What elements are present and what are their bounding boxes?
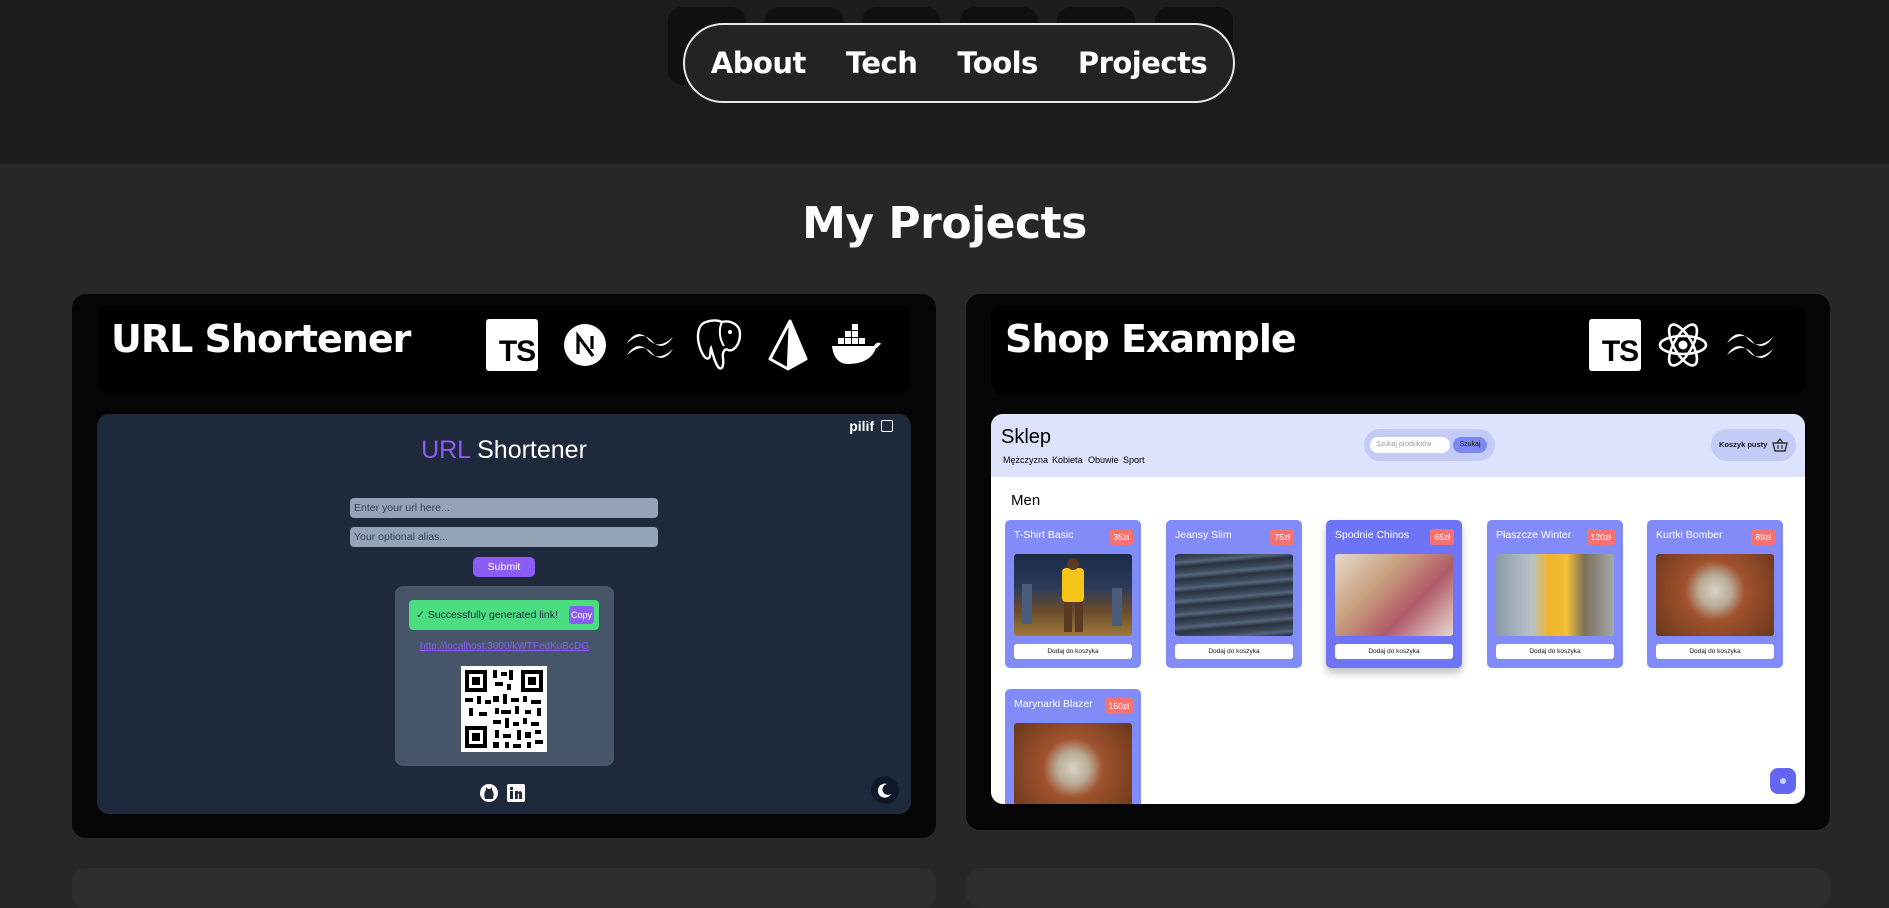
qr-code [461, 666, 547, 752]
tailwind-icon [1724, 319, 1776, 371]
copy-button: Copy [569, 606, 594, 624]
section-heading: Men [1011, 492, 1041, 509]
project-card-next [72, 868, 936, 908]
shop-category: Sport [1123, 455, 1145, 465]
postgresql-icon [693, 319, 745, 371]
url-input: Enter your url here... [350, 498, 658, 518]
product-card: Płaszcze Winter 120zł Dodaj do koszyka [1487, 520, 1623, 668]
product-card: Marynarki Blazer 150zł [1005, 689, 1141, 804]
shop-brand: Sklep [1001, 426, 1052, 448]
user-icon [881, 420, 893, 432]
project-card-shop-example: Shop Example TS Sklep Mężczyzna Kobieta … [966, 294, 1830, 830]
nav-about[interactable]: About [691, 46, 826, 80]
nav-tech[interactable]: Tech [826, 46, 937, 80]
user-badge: pilif [849, 418, 893, 434]
product-card: T-Shirt Basic 35zł Dodaj do koszyka [1005, 520, 1141, 668]
add-to-cart-button: Dodaj do koszyka [1496, 644, 1614, 659]
product-image [1175, 554, 1293, 636]
tailwind-icon [624, 319, 676, 371]
add-to-cart-button: Dodaj do koszyka [1175, 644, 1293, 659]
add-to-cart-button: Dodaj do koszyka [1656, 644, 1774, 659]
url-shortener-preview: pilif URL Shortener Enter your url here.… [97, 414, 911, 814]
add-to-cart-button: Dodaj do koszyka [1014, 644, 1132, 659]
product-card: Spodnie Chinos 65zł Dodaj do koszyka [1326, 520, 1462, 668]
price-badge: 89zł [1751, 529, 1775, 545]
product-image [1335, 554, 1453, 636]
main-nav: About Tech Tools Projects [683, 23, 1235, 103]
project-title: Shop Example [1005, 317, 1297, 361]
price-badge: 75zł [1270, 529, 1294, 545]
product-card: Jeansy Slim 75zł Dodaj do koszyka [1166, 520, 1302, 668]
project-card-url-shortener: URL Shortener TS pilif URL Shortener Ent… [72, 294, 936, 838]
shop-header: Sklep Mężczyzna Kobieta Obuwie Sport Szu… [991, 414, 1805, 477]
project-title: URL Shortener [111, 317, 411, 361]
product-image [1014, 723, 1132, 804]
price-badge: 120zł [1586, 529, 1615, 545]
shop-cart: Koszyk pusty [1711, 429, 1796, 461]
price-badge: 65zł [1430, 529, 1454, 545]
shop-category: Kobieta [1052, 455, 1083, 465]
prisma-icon [762, 319, 814, 371]
react-icon [1657, 319, 1709, 371]
github-icon [480, 784, 498, 802]
basket-icon [1772, 437, 1788, 452]
floating-button [1770, 768, 1796, 794]
typescript-icon: TS [486, 319, 538, 371]
nextjs-icon [559, 319, 611, 371]
product-image [1656, 554, 1774, 636]
alias-input: Your optional alias... [350, 527, 658, 547]
short-link: http://localhost:3000/kWTFedKuBcDG [420, 641, 589, 652]
shop-category: Mężczyzna [1003, 455, 1049, 465]
docker-icon [830, 319, 882, 371]
preview-heading: URL Shortener [421, 436, 587, 464]
project-card-next [966, 868, 1830, 908]
add-to-cart-button: Dodaj do koszyka [1335, 644, 1453, 659]
product-image [1014, 554, 1132, 636]
nav-projects[interactable]: Projects [1058, 46, 1227, 80]
page-title: My Projects [802, 198, 1087, 249]
linkedin-icon [507, 784, 525, 802]
project-header: URL Shortener TS [97, 305, 911, 394]
product-card: Kurtki Bomber 89zł Dodaj do koszyka [1647, 520, 1783, 668]
shop-example-preview: Sklep Mężczyzna Kobieta Obuwie Sport Szu… [991, 414, 1805, 804]
result-box: ✓ Successfully generated link! Copy http… [395, 586, 614, 766]
product-image [1496, 554, 1614, 636]
shop-search: Szukaj produktów Szukaj [1364, 429, 1495, 461]
price-badge: 35zł [1109, 529, 1133, 545]
success-banner: ✓ Successfully generated link! Copy [409, 600, 599, 630]
submit-button: Submit [473, 557, 535, 577]
price-badge: 150zł [1104, 698, 1133, 714]
dark-mode-toggle [871, 776, 899, 804]
shop-search-button: Szukaj [1453, 437, 1487, 453]
typescript-icon: TS [1589, 319, 1641, 371]
project-header: Shop Example TS [991, 305, 1805, 394]
nav-tools[interactable]: Tools [937, 46, 1057, 80]
shop-category: Obuwie [1088, 455, 1119, 465]
shop-search-input: Szukaj produktów [1370, 437, 1450, 453]
